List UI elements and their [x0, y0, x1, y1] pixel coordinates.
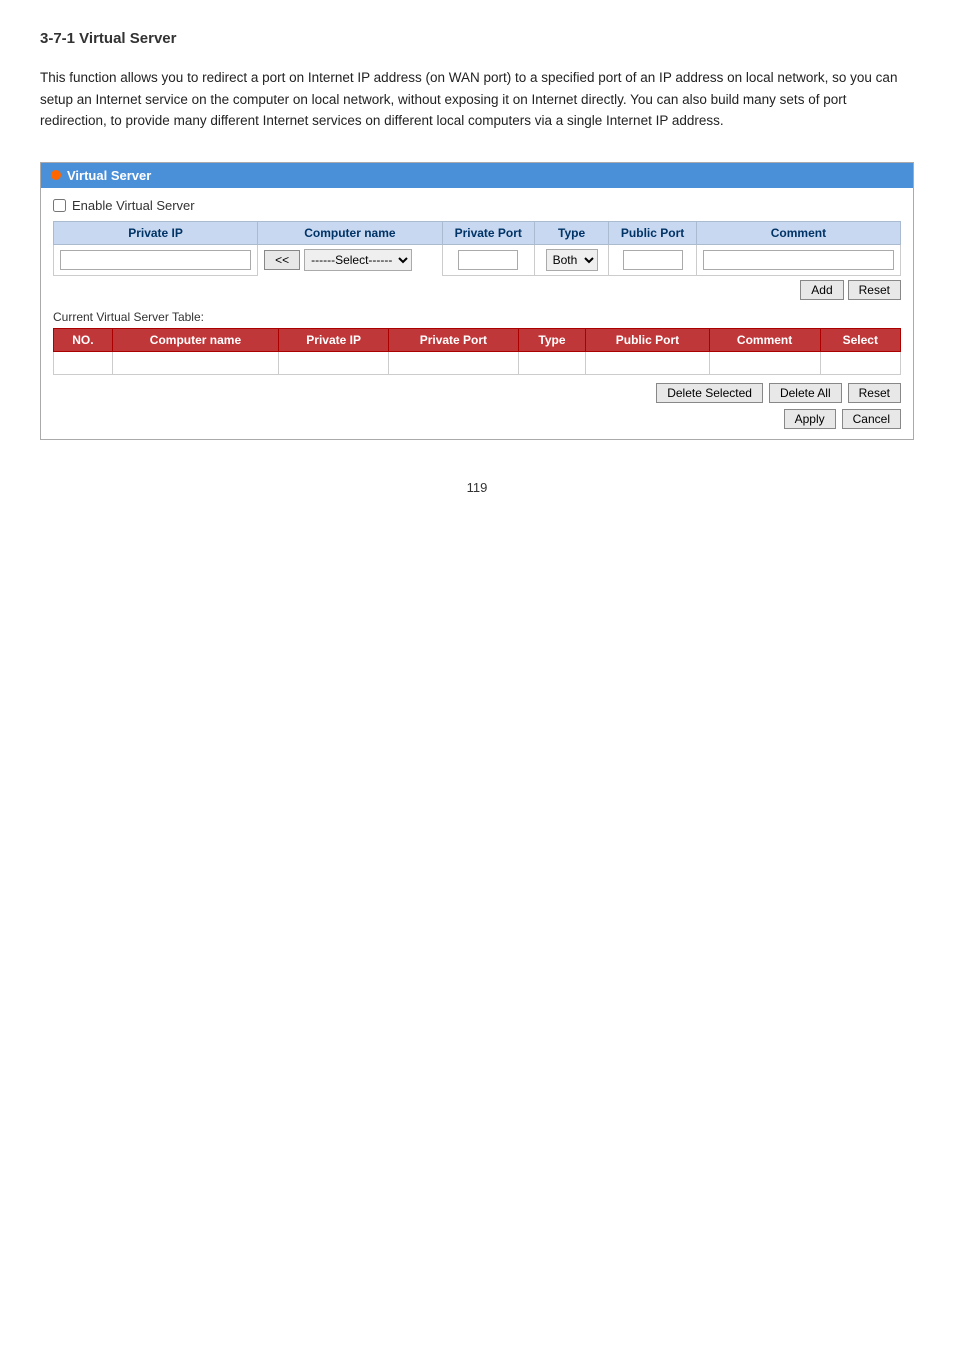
virtual-server-panel: Virtual Server Enable Virtual Server Pri… — [40, 162, 914, 440]
empty-cell-2 — [112, 351, 278, 374]
col-private-port: Private Port — [442, 221, 534, 244]
computer-name-cell: << ------Select------ FTP HTTP HTTPS SMT… — [258, 245, 442, 275]
page-title: 3-7-1 Virtual Server — [40, 30, 914, 47]
private-port-cell — [442, 244, 534, 275]
th-private-ip: Private IP — [279, 328, 389, 351]
col-public-port: Public Port — [609, 221, 697, 244]
current-server-table: NO. Computer name Private IP Private Por… — [53, 328, 901, 375]
empty-cell-7 — [709, 351, 820, 374]
type-select[interactable]: Both TCP UDP — [546, 249, 598, 271]
apply-button[interactable]: Apply — [784, 409, 836, 429]
delete-all-button[interactable]: Delete All — [769, 383, 842, 403]
private-ip-input[interactable] — [60, 250, 251, 270]
empty-cell-5 — [518, 351, 586, 374]
computer-name-select[interactable]: ------Select------ FTP HTTP HTTPS SMTP P… — [304, 249, 412, 271]
comment-input[interactable] — [703, 250, 894, 270]
public-port-input[interactable] — [623, 250, 683, 270]
th-no: NO. — [54, 328, 113, 351]
th-private-port: Private Port — [389, 328, 518, 351]
current-table-label: Current Virtual Server Table: — [53, 310, 901, 324]
public-port-cell — [609, 244, 697, 275]
page-number: 119 — [40, 480, 914, 495]
empty-row — [54, 351, 901, 374]
apply-cancel-row: Apply Cancel — [53, 409, 901, 429]
th-select: Select — [820, 328, 900, 351]
input-form-table: Private IP Computer name Private Port Ty… — [53, 221, 901, 276]
delete-selected-button[interactable]: Delete Selected — [656, 383, 763, 403]
th-public-port: Public Port — [586, 328, 709, 351]
add-reset-row: Add Reset — [53, 280, 901, 300]
private-ip-cell — [54, 244, 258, 275]
comment-cell — [696, 244, 900, 275]
page-description: This function allows you to redirect a p… — [40, 67, 914, 132]
add-button[interactable]: Add — [800, 280, 843, 300]
panel-body: Enable Virtual Server Private IP Compute… — [41, 188, 913, 439]
panel-header: Virtual Server — [41, 163, 913, 188]
th-type: Type — [518, 328, 586, 351]
empty-cell-4 — [389, 351, 518, 374]
empty-cell-6 — [586, 351, 709, 374]
col-computer-name: Computer name — [258, 221, 443, 244]
table-reset-button[interactable]: Reset — [848, 383, 901, 403]
enable-label: Enable Virtual Server — [72, 198, 195, 213]
empty-cell-1 — [54, 351, 113, 374]
lt-lt-button[interactable]: << — [264, 250, 300, 270]
type-cell: Both TCP UDP — [534, 244, 609, 275]
reset-button[interactable]: Reset — [848, 280, 901, 300]
action-row: Delete Selected Delete All Reset — [53, 383, 901, 403]
input-row: << ------Select------ FTP HTTP HTTPS SMT… — [54, 244, 901, 275]
enable-row: Enable Virtual Server — [53, 198, 901, 213]
panel-dot-icon — [51, 170, 61, 180]
th-comment: Comment — [709, 328, 820, 351]
panel-title: Virtual Server — [67, 168, 151, 183]
col-comment: Comment — [696, 221, 900, 244]
cancel-button[interactable]: Cancel — [842, 409, 901, 429]
col-type: Type — [534, 221, 609, 244]
empty-cell-3 — [279, 351, 389, 374]
empty-cell-8 — [820, 351, 900, 374]
col-private-ip: Private IP — [54, 221, 258, 244]
enable-checkbox[interactable] — [53, 199, 66, 212]
th-computer-name: Computer name — [112, 328, 278, 351]
private-port-input[interactable] — [458, 250, 518, 270]
